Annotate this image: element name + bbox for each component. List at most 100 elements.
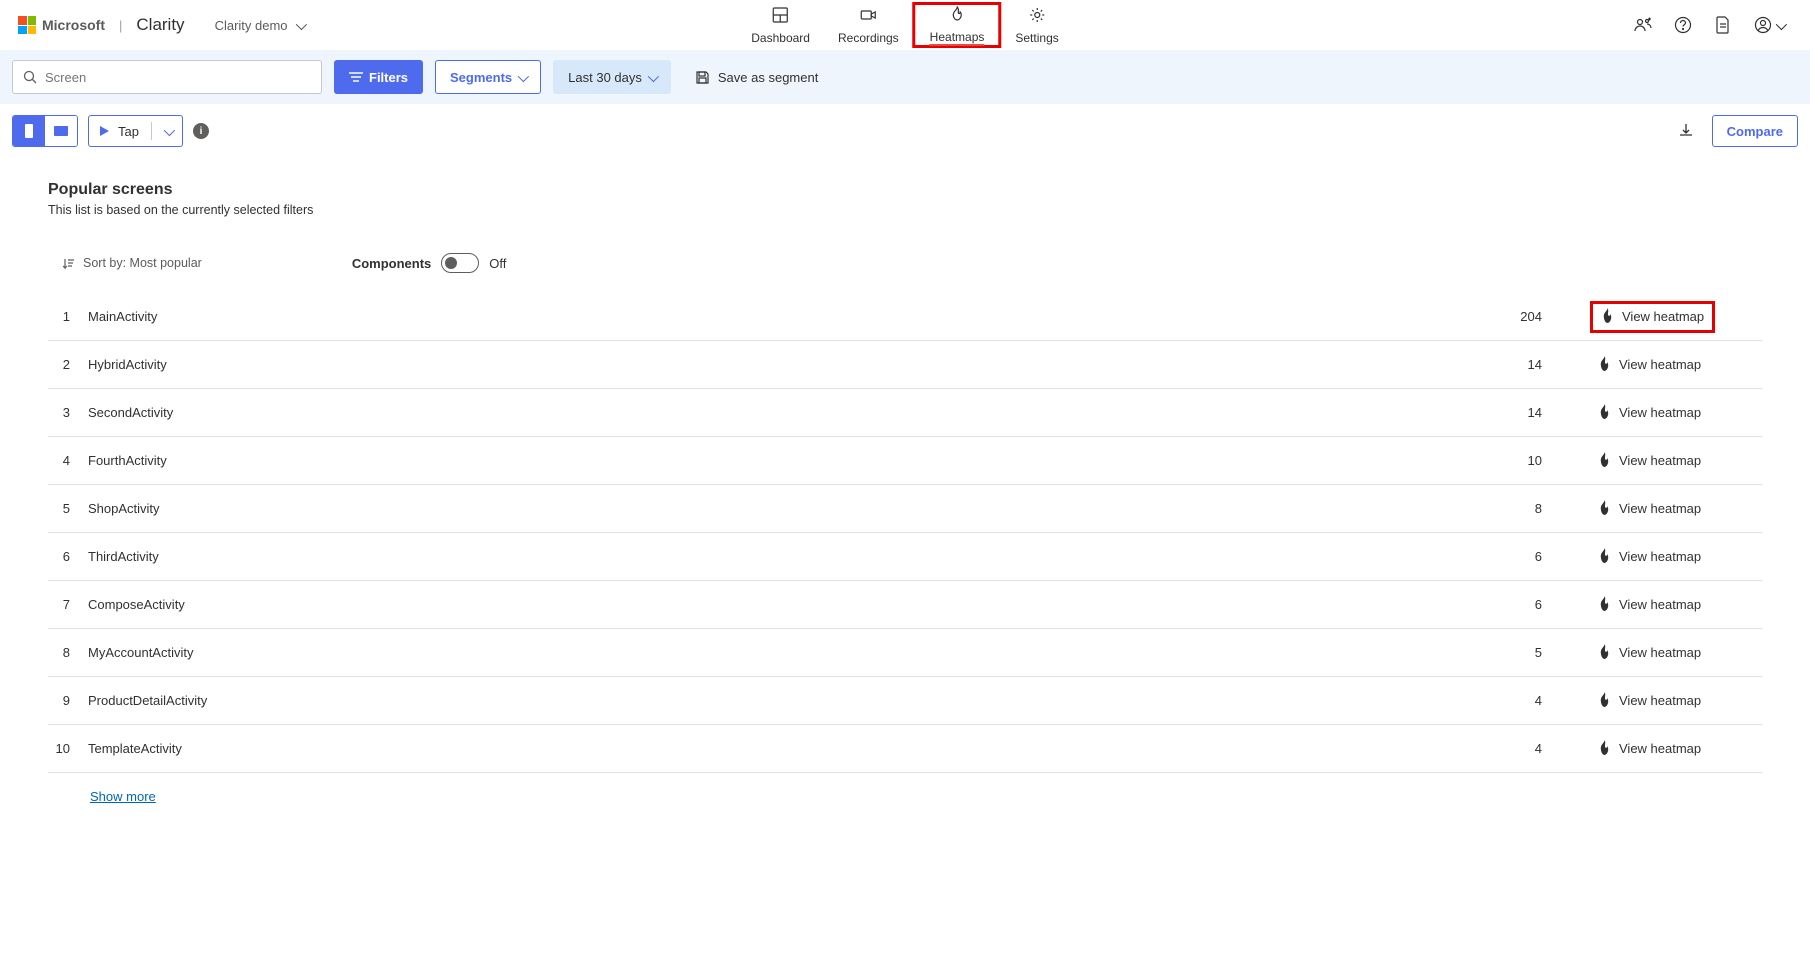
gear-icon [1029, 7, 1045, 28]
flame-icon [1601, 308, 1614, 326]
segments-button[interactable]: Segments [435, 60, 541, 94]
view-heatmap-label: View heatmap [1619, 453, 1701, 468]
tablet-icon [53, 125, 69, 137]
view-heatmap-button[interactable]: View heatmap [1590, 640, 1709, 666]
header-actions [1634, 16, 1792, 34]
sort-dropdown[interactable]: Sort by: Most popular [62, 256, 202, 270]
view-heatmap-button[interactable]: View heatmap [1590, 400, 1709, 426]
screen-count: 10 [1462, 453, 1542, 468]
people-icon[interactable] [1634, 16, 1652, 34]
date-range-button[interactable]: Last 30 days [553, 60, 671, 94]
main-content: Popular screens This list is based on th… [0, 157, 1810, 828]
view-heatmap-button[interactable]: View heatmap [1590, 736, 1709, 762]
view-heatmap-button[interactable]: View heatmap [1590, 592, 1709, 618]
flame-icon [950, 6, 964, 27]
components-toggle[interactable] [441, 253, 479, 273]
row-action: View heatmap [1542, 640, 1762, 666]
help-icon[interactable] [1674, 16, 1692, 34]
download-button[interactable] [1678, 122, 1694, 141]
components-toggle-group: Components Off [242, 253, 507, 273]
microsoft-label: Microsoft [42, 17, 105, 33]
view-heatmap-button[interactable]: View heatmap [1590, 301, 1715, 333]
view-heatmap-button[interactable]: View heatmap [1590, 688, 1709, 714]
screen-name: MainActivity [88, 309, 1462, 324]
table-row: 7ComposeActivity6View heatmap [48, 581, 1762, 629]
chevron-down-icon [518, 70, 526, 85]
chevron-down-icon [296, 18, 304, 33]
product-name[interactable]: Clarity [136, 15, 184, 35]
screen-count: 8 [1462, 501, 1542, 516]
screen-count: 5 [1462, 645, 1542, 660]
microsoft-logo[interactable]: Microsoft [18, 16, 105, 34]
save-segment-label: Save as segment [718, 70, 818, 85]
separator [151, 122, 152, 140]
row-action: View heatmap [1542, 544, 1762, 570]
table-row: 8MyAccountActivity5 View heatmap [48, 629, 1762, 677]
user-icon [1754, 16, 1772, 34]
project-selector[interactable]: Clarity demo [215, 18, 304, 33]
flame-icon [1598, 644, 1611, 662]
compare-label: Compare [1727, 124, 1783, 139]
tablet-view-button[interactable] [45, 116, 77, 146]
sort-label: Sort by: Most popular [83, 256, 202, 270]
screen-search-input[interactable] [45, 70, 311, 85]
flame-icon [1598, 740, 1611, 758]
screen-name: ProductDetailActivity [88, 693, 1462, 708]
tab-recordings[interactable]: Recordings [824, 2, 913, 48]
view-heatmap-label: View heatmap [1619, 597, 1701, 612]
chevron-down-icon [164, 124, 172, 139]
table-row: 2HybridActivity14View heatmap [48, 341, 1762, 389]
view-heatmap-button[interactable]: View heatmap [1590, 544, 1709, 570]
header-divider: | [119, 18, 122, 33]
row-index: 9 [48, 693, 88, 708]
view-heatmap-label: View heatmap [1619, 549, 1701, 564]
tab-label: Heatmaps [930, 30, 985, 46]
show-more-link[interactable]: Show more [90, 789, 156, 804]
profile-menu[interactable] [1754, 16, 1784, 34]
grid-icon [773, 7, 789, 28]
save-segment-button[interactable]: Save as segment [695, 70, 818, 85]
filters-button[interactable]: Filters [334, 60, 423, 94]
screen-search[interactable] [12, 60, 322, 94]
screen-count: 6 [1462, 549, 1542, 564]
table-row: 1MainActivity204View heatmap [48, 293, 1762, 341]
flame-icon [1598, 692, 1611, 710]
row-index: 8 [48, 645, 88, 660]
table-row: 3SecondActivity14View heatmap [48, 389, 1762, 437]
project-name: Clarity demo [215, 18, 288, 33]
row-action: View heatmap [1542, 736, 1762, 762]
row-index: 4 [48, 453, 88, 468]
tab-heatmaps[interactable]: Heatmaps [913, 2, 1002, 48]
screen-count: 4 [1462, 693, 1542, 708]
table-row: 9ProductDetailActivity4 View heatmap [48, 677, 1762, 725]
row-index: 6 [48, 549, 88, 564]
tab-label: Settings [1015, 31, 1058, 45]
tap-dropdown[interactable]: Tap [88, 115, 183, 147]
view-heatmap-button[interactable]: View heatmap [1590, 448, 1709, 474]
components-label: Components [352, 256, 431, 271]
row-index: 3 [48, 405, 88, 420]
list-controls: Sort by: Most popular Components Off [48, 253, 1762, 273]
screen-name: MyAccountActivity [88, 645, 1462, 660]
view-heatmap-button[interactable]: View heatmap [1590, 496, 1709, 522]
tab-dashboard[interactable]: Dashboard [737, 2, 824, 48]
row-index: 7 [48, 597, 88, 612]
screen-name: SecondActivity [88, 405, 1462, 420]
compare-button[interactable]: Compare [1712, 115, 1798, 147]
document-icon[interactable] [1714, 16, 1732, 34]
table-row: 10TemplateActivity4View heatmap [48, 725, 1762, 773]
view-heatmap-label: View heatmap [1619, 741, 1701, 756]
table-row: 4FourthActivity10 View heatmap [48, 437, 1762, 485]
tab-settings[interactable]: Settings [1001, 2, 1072, 48]
main-nav-tabs: Dashboard Recordings Heatmaps Settings [737, 2, 1072, 48]
device-view-toggle [12, 115, 78, 147]
filters-label: Filters [369, 70, 408, 85]
microsoft-logo-icon [18, 16, 36, 34]
screen-name: FourthActivity [88, 453, 1462, 468]
row-action: View heatmap [1542, 592, 1762, 618]
sort-icon [62, 257, 75, 270]
info-icon[interactable]: i [193, 123, 209, 139]
view-heatmap-button[interactable]: View heatmap [1590, 352, 1709, 378]
mobile-view-button[interactable] [13, 116, 45, 146]
row-action: View heatmap [1542, 496, 1762, 522]
